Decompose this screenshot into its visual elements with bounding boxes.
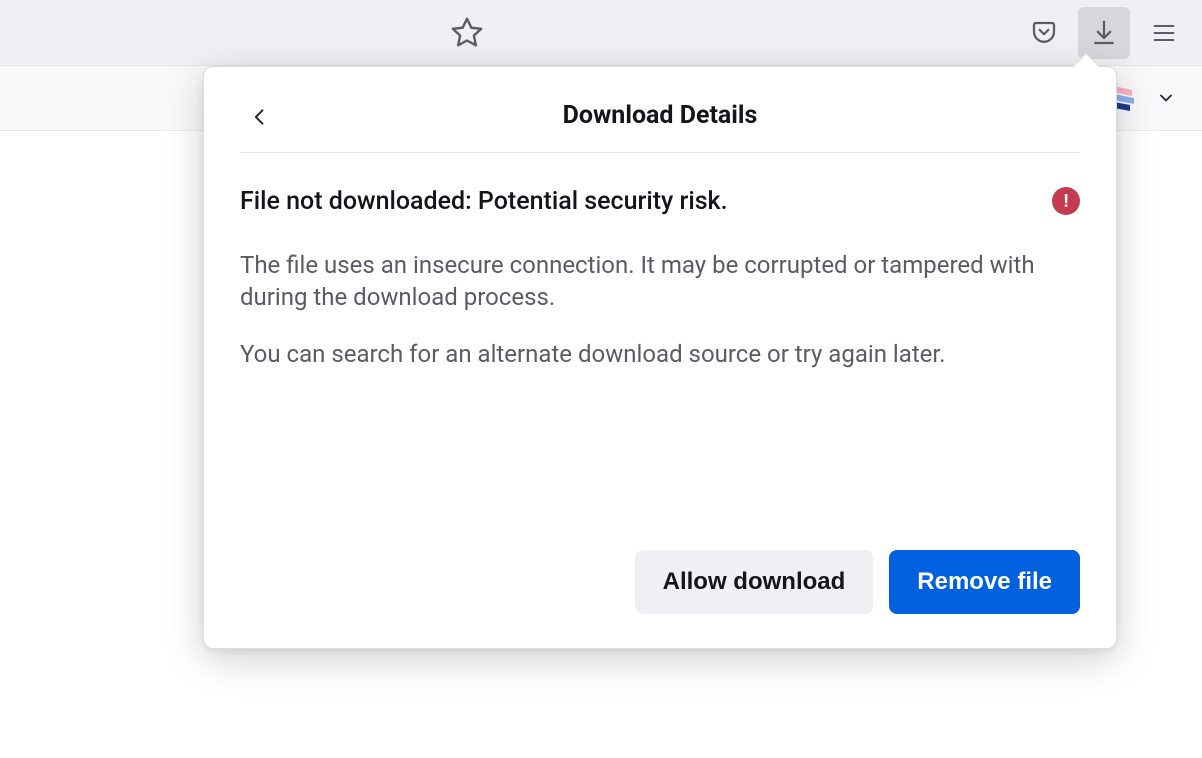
chevron-down-icon[interactable]	[1148, 80, 1184, 116]
downloads-icon[interactable]	[1078, 7, 1130, 59]
browser-toolbar	[0, 0, 1202, 66]
warning-heading: File not downloaded: Potential security …	[240, 185, 1036, 219]
allow-download-button[interactable]: Allow download	[635, 550, 874, 614]
hamburger-menu-icon[interactable]	[1138, 7, 1190, 59]
warning-body: The file uses an insecure connection. It…	[240, 249, 1080, 370]
panel-title: Download Details	[563, 101, 758, 130]
warning-row: File not downloaded: Potential security …	[240, 185, 1080, 219]
download-details-panel: Download Details File not downloaded: Po…	[203, 66, 1117, 649]
back-button[interactable]	[240, 97, 280, 137]
pocket-icon[interactable]	[1018, 7, 1070, 59]
panel-header: Download Details	[240, 95, 1080, 153]
warning-body-line2: You can search for an alternate download…	[240, 338, 1080, 370]
warning-icon: !	[1052, 187, 1080, 215]
remove-file-button[interactable]: Remove file	[889, 550, 1080, 614]
url-box[interactable]	[0, 0, 509, 65]
warning-body-line1: The file uses an insecure connection. It…	[240, 249, 1080, 314]
button-row: Allow download Remove file	[240, 550, 1080, 614]
bookmark-star-icon[interactable]	[441, 7, 493, 59]
bookmark-folder-icon[interactable]	[1114, 84, 1148, 118]
